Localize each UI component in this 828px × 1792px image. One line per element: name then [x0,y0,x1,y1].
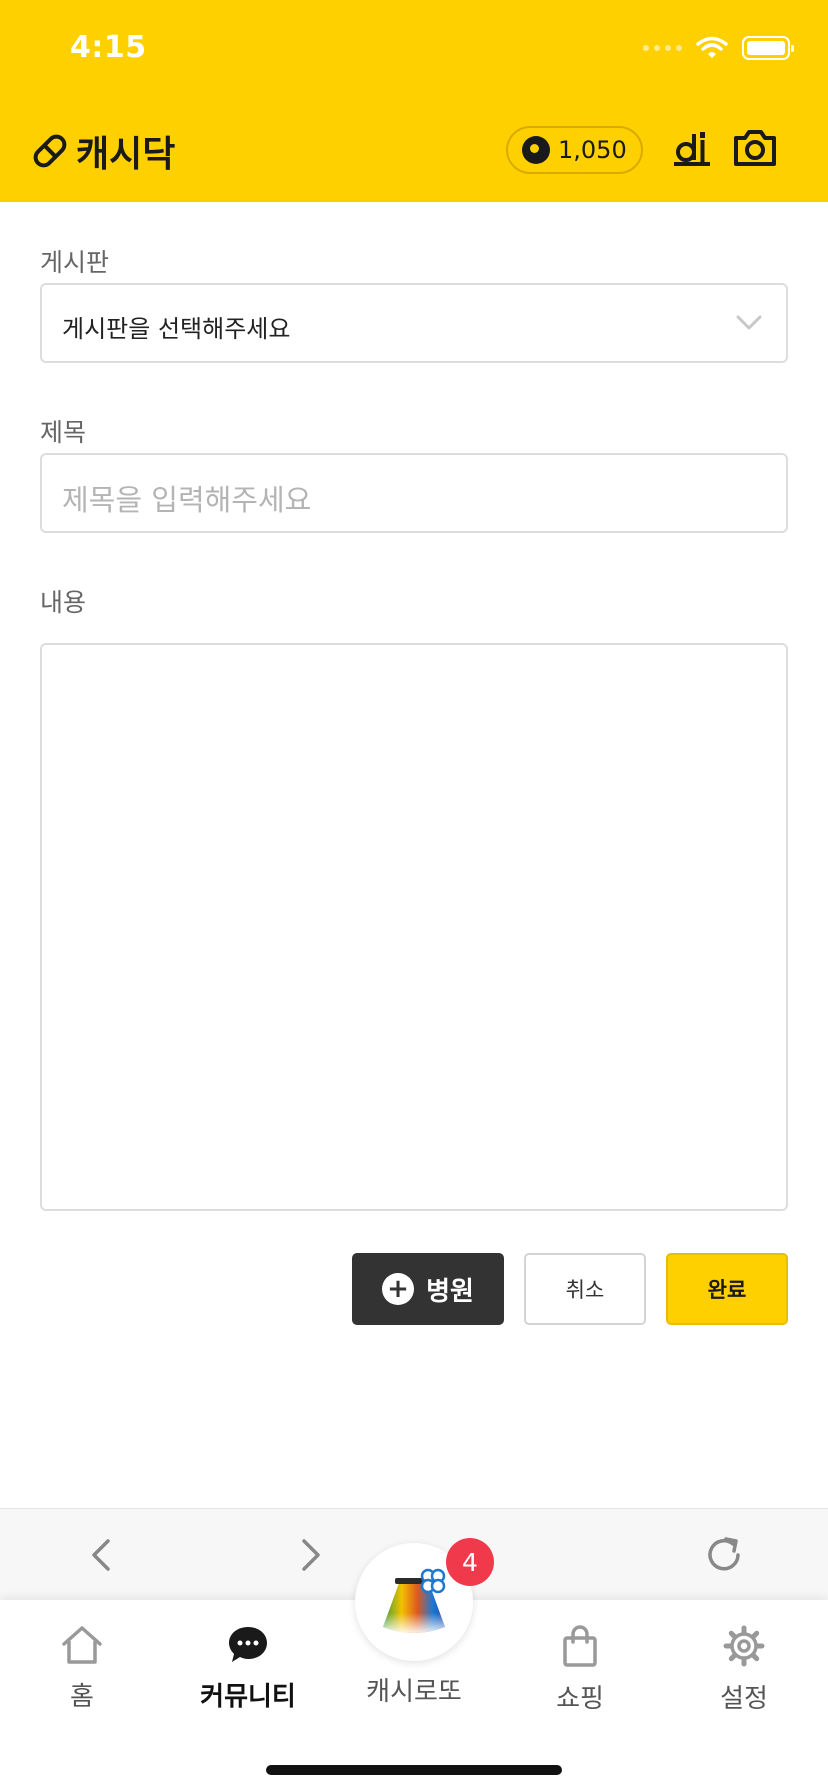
back-arrow-icon[interactable] [88,1537,114,1573]
board-label: 게시판 [40,248,110,277]
refresh-icon[interactable] [702,1533,746,1577]
content-textarea[interactable] [40,643,788,1211]
cash-coin-icon [522,136,550,164]
wifi-icon [696,36,728,58]
chat-bubble-icon [229,1627,267,1662]
content-label: 내용 [40,588,87,617]
battery-icon [742,36,794,60]
cancel-button[interactable]: 취소 [524,1253,646,1325]
cancel-label: 취소 [565,1278,605,1302]
status-time: 4:15 [70,30,147,65]
shopping-bag-icon [563,1625,597,1667]
chevron-down-icon [736,315,762,330]
lotto-bag-icon [383,1568,446,1633]
title-label: 제목 [40,418,87,447]
tab-home[interactable]: 홈 [22,1624,142,1713]
pill-logo-icon [33,134,67,168]
forward-arrow-icon[interactable] [298,1537,324,1573]
camera-icon[interactable] [732,126,778,170]
done-button[interactable]: 완료 [666,1253,788,1325]
tab-community[interactable]: 커뮤니티 [188,1624,308,1713]
app-header: 4:15 캐시닥 1,050 [0,0,828,202]
add-hospital-button[interactable]: + 병원 [352,1253,504,1325]
cash-balance-value: 1,050 [558,136,627,164]
home-indicator [266,1765,562,1775]
gear-icon [723,1625,765,1667]
status-icons [643,36,794,60]
done-label: 완료 [707,1278,747,1302]
tab-community-label: 커뮤니티 [200,1682,296,1712]
tab-home-label: 홈 [70,1682,94,1712]
home-icon [62,1626,102,1664]
cellular-signal-icon [643,45,682,51]
title-input-placeholder: 제목을 입력해주세요 [62,483,312,517]
logo-text: 캐시닥 [76,134,176,175]
plus-circle-icon: + [382,1273,415,1305]
tab-shopping[interactable]: 쇼핑 [520,1624,640,1715]
lotto-badge: 4 [446,1538,494,1586]
tab-cash-lotto-label: 캐시로또 [366,1677,462,1707]
bell-d-icon[interactable] [670,126,714,170]
tab-shopping-label: 쇼핑 [556,1684,604,1714]
tab-settings-label: 설정 [720,1684,768,1714]
cash-balance-pill[interactable]: 1,050 [506,126,643,174]
tab-settings[interactable]: 설정 [684,1624,804,1715]
board-select-value: 게시판을 선택해주세요 [62,315,291,343]
board-select[interactable]: 게시판을 선택해주세요 [40,283,788,363]
title-input[interactable]: 제목을 입력해주세요 [40,453,788,533]
add-hospital-label: 병원 [426,1276,474,1307]
app-logo[interactable]: 캐시닥 [30,125,175,177]
